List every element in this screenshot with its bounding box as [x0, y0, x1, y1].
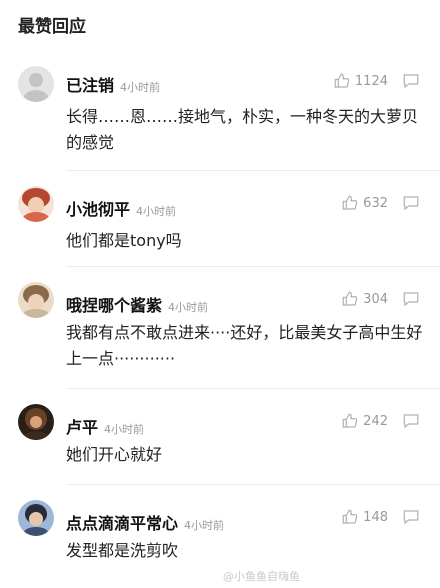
- comment-bubble-icon[interactable]: [402, 291, 420, 307]
- section-title: 最赞回应: [18, 17, 86, 37]
- like-count: 242: [363, 413, 388, 429]
- like-count: 632: [363, 195, 388, 211]
- like-button[interactable]: 242: [341, 412, 388, 430]
- thumbs-up-icon: [342, 413, 358, 428]
- avatar[interactable]: [18, 186, 54, 222]
- divider: [66, 484, 440, 485]
- avatar[interactable]: [18, 66, 54, 102]
- username[interactable]: 小池彻平: [66, 200, 130, 219]
- thumbs-up-icon: [342, 509, 358, 524]
- like-count: 304: [363, 291, 388, 307]
- comment-text: 他们都是tony吗: [66, 231, 182, 250]
- avatar[interactable]: [18, 282, 54, 318]
- timestamp: 4小时前: [120, 81, 161, 94]
- comment-text: 我都有点不敢点进来····还好，比最美女子高中生好上一点············: [66, 323, 423, 368]
- timestamp: 4小时前: [168, 301, 209, 314]
- avatar[interactable]: [18, 500, 54, 536]
- like-count: 1124: [354, 73, 388, 89]
- divider: [66, 170, 440, 171]
- username[interactable]: 哦捏哪个酱紫: [66, 296, 162, 315]
- divider: [66, 388, 440, 389]
- divider: [66, 266, 440, 267]
- thumbs-up-icon: [342, 195, 358, 210]
- comment-text: 发型都是洗剪吹: [66, 541, 179, 560]
- thumbs-up-icon: [342, 291, 358, 306]
- username[interactable]: 点点滴滴平常心: [66, 514, 178, 533]
- comment-bubble-icon[interactable]: [402, 509, 420, 525]
- like-button[interactable]: 632: [341, 194, 388, 212]
- timestamp: 4小时前: [104, 423, 145, 436]
- like-button[interactable]: 148: [341, 508, 388, 526]
- username[interactable]: 卢平: [66, 418, 98, 437]
- comment-text: 她们开心就好: [66, 445, 163, 464]
- comment-text: 长得……恩……接地气，朴实，一种冬天的大萝贝的感觉: [66, 107, 419, 152]
- watermark: @小鱼鱼自嗨鱼: [223, 570, 300, 583]
- username[interactable]: 已注销: [66, 76, 114, 95]
- avatar[interactable]: [18, 404, 54, 440]
- timestamp: 4小时前: [136, 205, 177, 218]
- timestamp: 4小时前: [184, 519, 225, 532]
- like-button[interactable]: 304: [341, 290, 388, 308]
- like-button[interactable]: 1124: [333, 72, 388, 90]
- like-count: 148: [363, 509, 388, 525]
- comment-bubble-icon[interactable]: [402, 195, 420, 211]
- comment-bubble-icon[interactable]: [402, 413, 420, 429]
- thumbs-up-icon: [334, 73, 350, 88]
- comment-bubble-icon[interactable]: [402, 73, 420, 89]
